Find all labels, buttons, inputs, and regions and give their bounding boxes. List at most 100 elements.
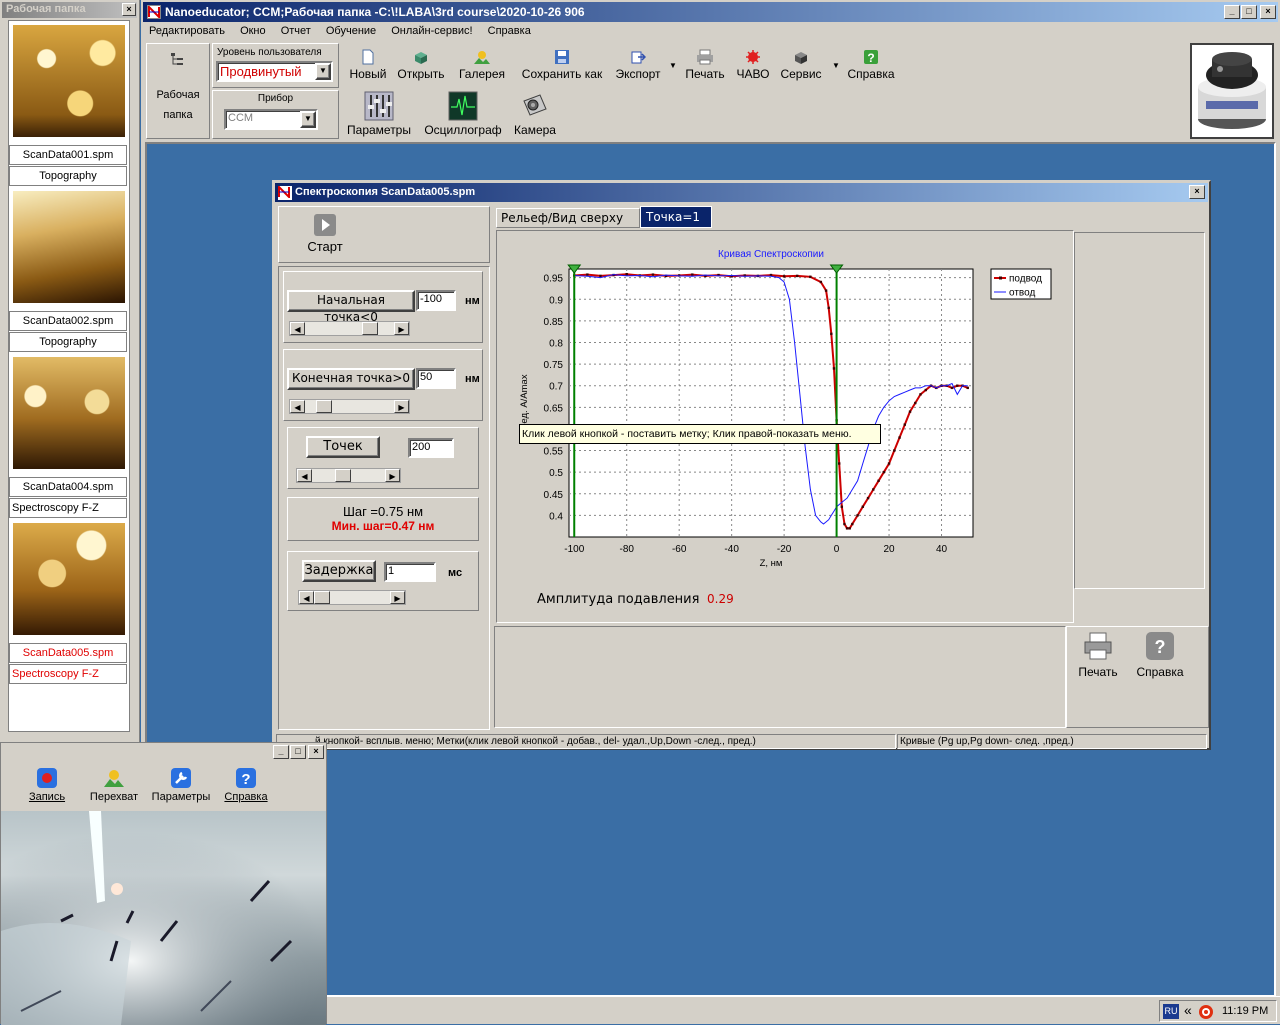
slider-thumb[interactable] (335, 469, 351, 482)
clock[interactable]: 11:19 PM (1222, 1005, 1268, 1017)
maximize-icon[interactable]: □ (1241, 5, 1257, 19)
thumbnail-image[interactable] (13, 191, 125, 303)
new-button[interactable]: Новый (347, 49, 389, 81)
end-point-slider[interactable]: ◀ ▶ (289, 399, 410, 414)
minimize-icon[interactable]: _ (1224, 5, 1240, 19)
data-point (908, 410, 912, 413)
end-point-button[interactable]: Конечная точка>0 (287, 368, 415, 390)
delay-button[interactable]: Задержка (302, 560, 376, 582)
data-point (848, 527, 851, 530)
start-point-button[interactable]: Начальная точка<0 (287, 290, 415, 324)
data-point (838, 462, 841, 465)
file-name-active[interactable]: ScanData005.spm (9, 643, 127, 663)
chart-title: Кривая Спектроскопии (718, 249, 824, 260)
print-button[interactable]: Печать (683, 49, 727, 81)
tab-strip: Рельеф/Вид сверху Точка=1 (494, 206, 1209, 228)
scroll-right-icon[interactable]: ▶ (385, 469, 400, 482)
save-as-button[interactable]: Сохранить как (517, 49, 607, 81)
faq-button[interactable]: ЧАВО (733, 49, 773, 81)
device-select[interactable]: CCM ▼ (224, 109, 318, 130)
gallery-button[interactable]: Галерея (455, 49, 509, 81)
points-slider[interactable]: ◀ ▶ (296, 468, 401, 483)
export-dropdown-icon[interactable]: ▼ (669, 61, 677, 70)
open-button[interactable]: Открыть (395, 49, 447, 81)
tab-point[interactable]: Точка=1 (640, 206, 712, 228)
antivirus-tray-icon[interactable] (1198, 1004, 1214, 1020)
camera-parameters-button[interactable]: Параметры (147, 767, 215, 803)
chevron-down-icon[interactable]: ▼ (315, 63, 331, 80)
help-button[interactable]: ? Справка (845, 49, 897, 81)
data-point (851, 522, 854, 526)
scroll-left-icon[interactable]: ◀ (299, 591, 314, 604)
data-point (782, 275, 786, 278)
points-button[interactable]: Точек (306, 436, 380, 458)
menu-online[interactable]: Онлайн-сервис! (385, 22, 478, 40)
maximize-icon[interactable]: □ (290, 745, 306, 759)
tab-relief[interactable]: Рельеф/Вид сверху (496, 208, 640, 228)
file-name[interactable]: ScanData001.spm (9, 145, 127, 165)
close-icon[interactable]: × (1260, 5, 1276, 19)
oscilloscope-button[interactable]: Осциллограф (419, 91, 507, 137)
user-level-select[interactable]: Продвинутый ▼ (216, 61, 333, 82)
print-button[interactable]: Печать (1071, 631, 1125, 679)
camera-help-button[interactable]: ? Справка (219, 767, 273, 803)
export-button[interactable]: Экспорт (613, 49, 663, 81)
slider-thumb[interactable] (314, 591, 330, 604)
points-input[interactable]: 200 (408, 438, 454, 458)
start-point-input[interactable]: -100 (416, 290, 456, 311)
delay-input[interactable]: 1 (384, 562, 436, 582)
data-point (882, 470, 886, 474)
camera-button[interactable]: Камера (509, 91, 561, 137)
x-tick-label: 20 (883, 544, 895, 555)
thumbnail-image[interactable] (13, 523, 125, 635)
scroll-left-icon[interactable]: ◀ (297, 469, 312, 482)
menu-edit[interactable]: Редактировать (143, 22, 231, 40)
file-name[interactable]: ScanData004.spm (9, 477, 127, 497)
menu-learning[interactable]: Обучение (320, 22, 382, 40)
service-button[interactable]: Сервис (777, 49, 825, 81)
data-point (819, 280, 823, 284)
slider-thumb[interactable] (316, 400, 332, 413)
language-indicator[interactable]: RU (1163, 1004, 1179, 1019)
scroll-right-icon[interactable]: ▶ (390, 591, 405, 604)
record-button[interactable]: Запись (21, 767, 73, 803)
scroll-left-icon[interactable]: ◀ (290, 322, 305, 335)
x-tick-label: -40 (724, 544, 739, 555)
app-icon (147, 4, 161, 20)
toolbar-main: Новый Открыть Галерея Сохранить как Эксп… (341, 43, 1191, 88)
record-icon (37, 768, 57, 788)
close-icon[interactable]: × (308, 745, 324, 759)
file-name[interactable]: ScanData002.spm (9, 311, 127, 331)
scroll-right-icon[interactable]: ▶ (394, 400, 409, 413)
menu-window[interactable]: Окно (234, 22, 272, 40)
camera-toolbar: Запись Перехват Параметры ? Справка (1, 763, 326, 809)
x-tick-label: 0 (834, 544, 840, 555)
new-label: Новый (349, 67, 387, 81)
slider-thumb[interactable] (362, 322, 378, 335)
thumbnail-image[interactable] (13, 357, 125, 469)
capture-button[interactable]: Перехват (85, 767, 143, 803)
oscilloscope-icon (448, 91, 478, 121)
points-label: Точек (323, 439, 363, 454)
tray-expand-icon[interactable]: « (1184, 1002, 1192, 1018)
service-label: Сервис (780, 67, 822, 81)
minimize-icon[interactable]: _ (273, 745, 289, 759)
menu-help[interactable]: Справка (482, 22, 537, 40)
thumbnail-image[interactable] (13, 25, 125, 137)
start-point-slider[interactable]: ◀ ▶ (289, 321, 410, 336)
delay-slider[interactable]: ◀ ▶ (298, 590, 406, 605)
chevron-down-icon[interactable]: ▼ (300, 111, 316, 128)
scroll-left-icon[interactable]: ◀ (290, 400, 305, 413)
service-dropdown-icon[interactable]: ▼ (832, 61, 840, 70)
folder-button-label-2: папка (163, 109, 193, 121)
folder-button[interactable]: Рабочая папка (146, 43, 210, 139)
close-icon[interactable]: × (122, 3, 136, 16)
help-button[interactable]: ? Справка (1129, 631, 1191, 679)
start-button[interactable]: Старт (289, 211, 361, 259)
scroll-right-icon[interactable]: ▶ (394, 322, 409, 335)
parameters-button[interactable]: Параметры (345, 91, 413, 137)
tab-relief-label: Рельеф/Вид сверху (501, 211, 624, 225)
end-point-input[interactable]: 50 (416, 368, 456, 389)
close-icon[interactable]: × (1189, 185, 1205, 199)
menu-report[interactable]: Отчет (275, 22, 317, 40)
